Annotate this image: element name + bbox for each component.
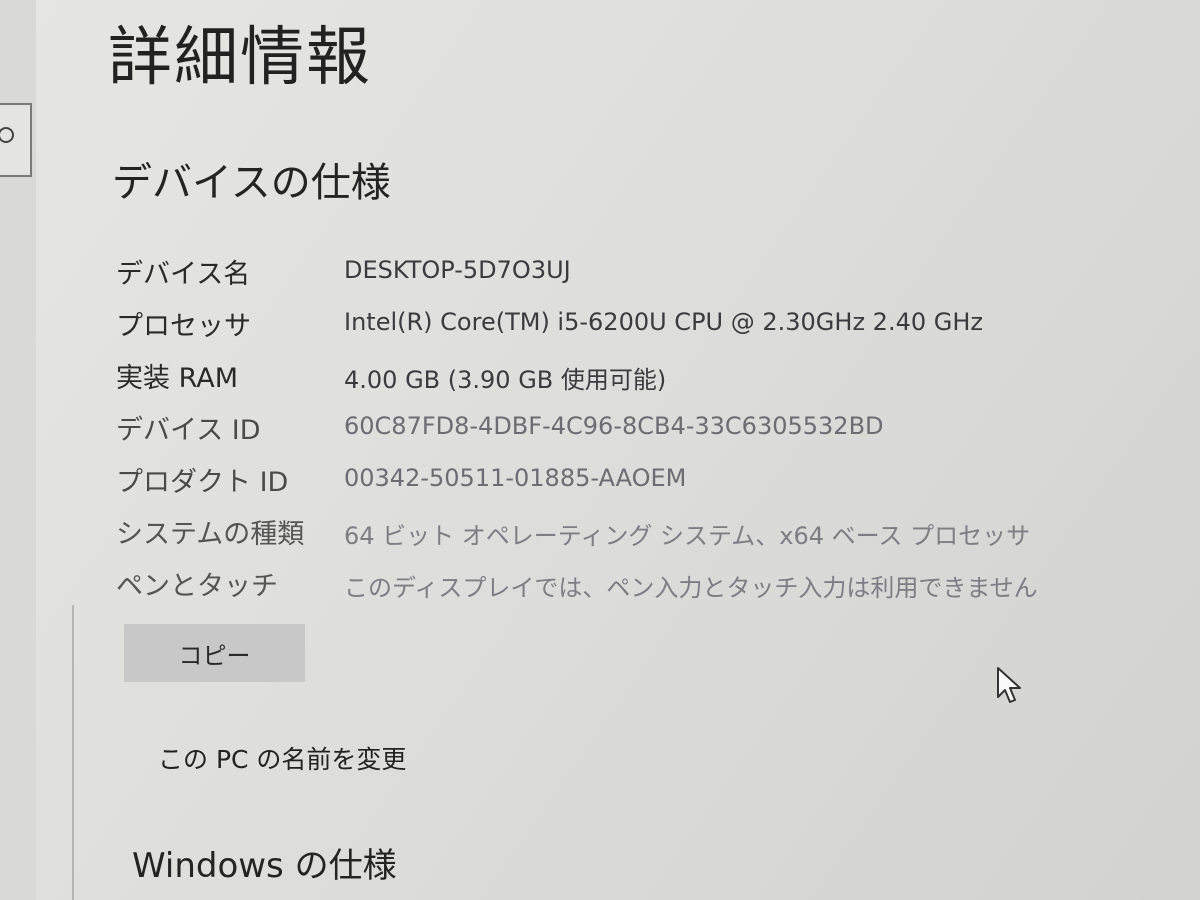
spec-label: プロダクト ID [116, 467, 289, 498]
spec-row-product-id: プロダクト ID 00342-50511-01885-AAOEM [116, 456, 1196, 508]
page-title: 詳細情報 [108, 21, 372, 95]
spec-row-device-name: デバイス名 DESKTOP-5D7O3UJ [116, 248, 1196, 300]
spec-label: デバイス ID [116, 415, 261, 446]
spec-label: 実装 RAM [116, 363, 239, 394]
spec-row-ram: 実装 RAM 4.00 GB (3.90 GB 使用可能) [116, 352, 1196, 404]
spec-row-processor: プロセッサ Intel(R) Core(TM) i5-6200U CPU @ 2… [116, 300, 1196, 352]
spec-label: デバイス名 [116, 259, 251, 290]
spec-value[interactable]: 60C87FD8-4DBF-4C96-8CB4-33C6305532BD [344, 412, 884, 440]
device-spec-list: デバイス名 DESKTOP-5D7O3UJ プロセッサ Intel(R) Cor… [116, 248, 1196, 612]
copy-button[interactable]: コピー [124, 624, 305, 682]
device-spec-title: デバイスの仕様 [112, 160, 391, 206]
spec-value[interactable]: 4.00 GB (3.90 GB 使用可能) [344, 360, 666, 395]
spec-value[interactable]: Intel(R) Core(TM) i5-6200U CPU @ 2.30GHz… [344, 308, 983, 336]
spec-value[interactable]: 64 ビット オペレーティング システム、x64 ベース プロセッサ [344, 516, 1030, 551]
spec-label: ペンとタッチ [116, 571, 278, 602]
spec-row-device-id: デバイス ID 60C87FD8-4DBF-4C96-8CB4-33C63055… [116, 404, 1196, 456]
windows-spec-title: Windows の仕様 [132, 846, 397, 886]
sidebar-search-box[interactable] [0, 103, 32, 177]
content-divider [72, 605, 74, 900]
search-icon [0, 127, 14, 143]
spec-value[interactable]: このディスプレイでは、ペン入力とタッチ入力は利用できません [344, 568, 1038, 603]
spec-label: システムの種類 [116, 519, 305, 550]
mouse-cursor-icon [997, 667, 1021, 703]
spec-value[interactable]: DESKTOP-5D7O3UJ [344, 256, 571, 284]
spec-row-pen-touch: ペンとタッチ このディスプレイでは、ペン入力とタッチ入力は利用できません [116, 560, 1196, 612]
rename-pc-link[interactable]: この PC の名前を変更 [158, 740, 406, 776]
spec-value[interactable]: 00342-50511-01885-AAOEM [344, 464, 686, 492]
spec-row-system-type: システムの種類 64 ビット オペレーティング システム、x64 ベース プロセ… [116, 508, 1196, 560]
spec-label: プロセッサ [116, 311, 251, 342]
